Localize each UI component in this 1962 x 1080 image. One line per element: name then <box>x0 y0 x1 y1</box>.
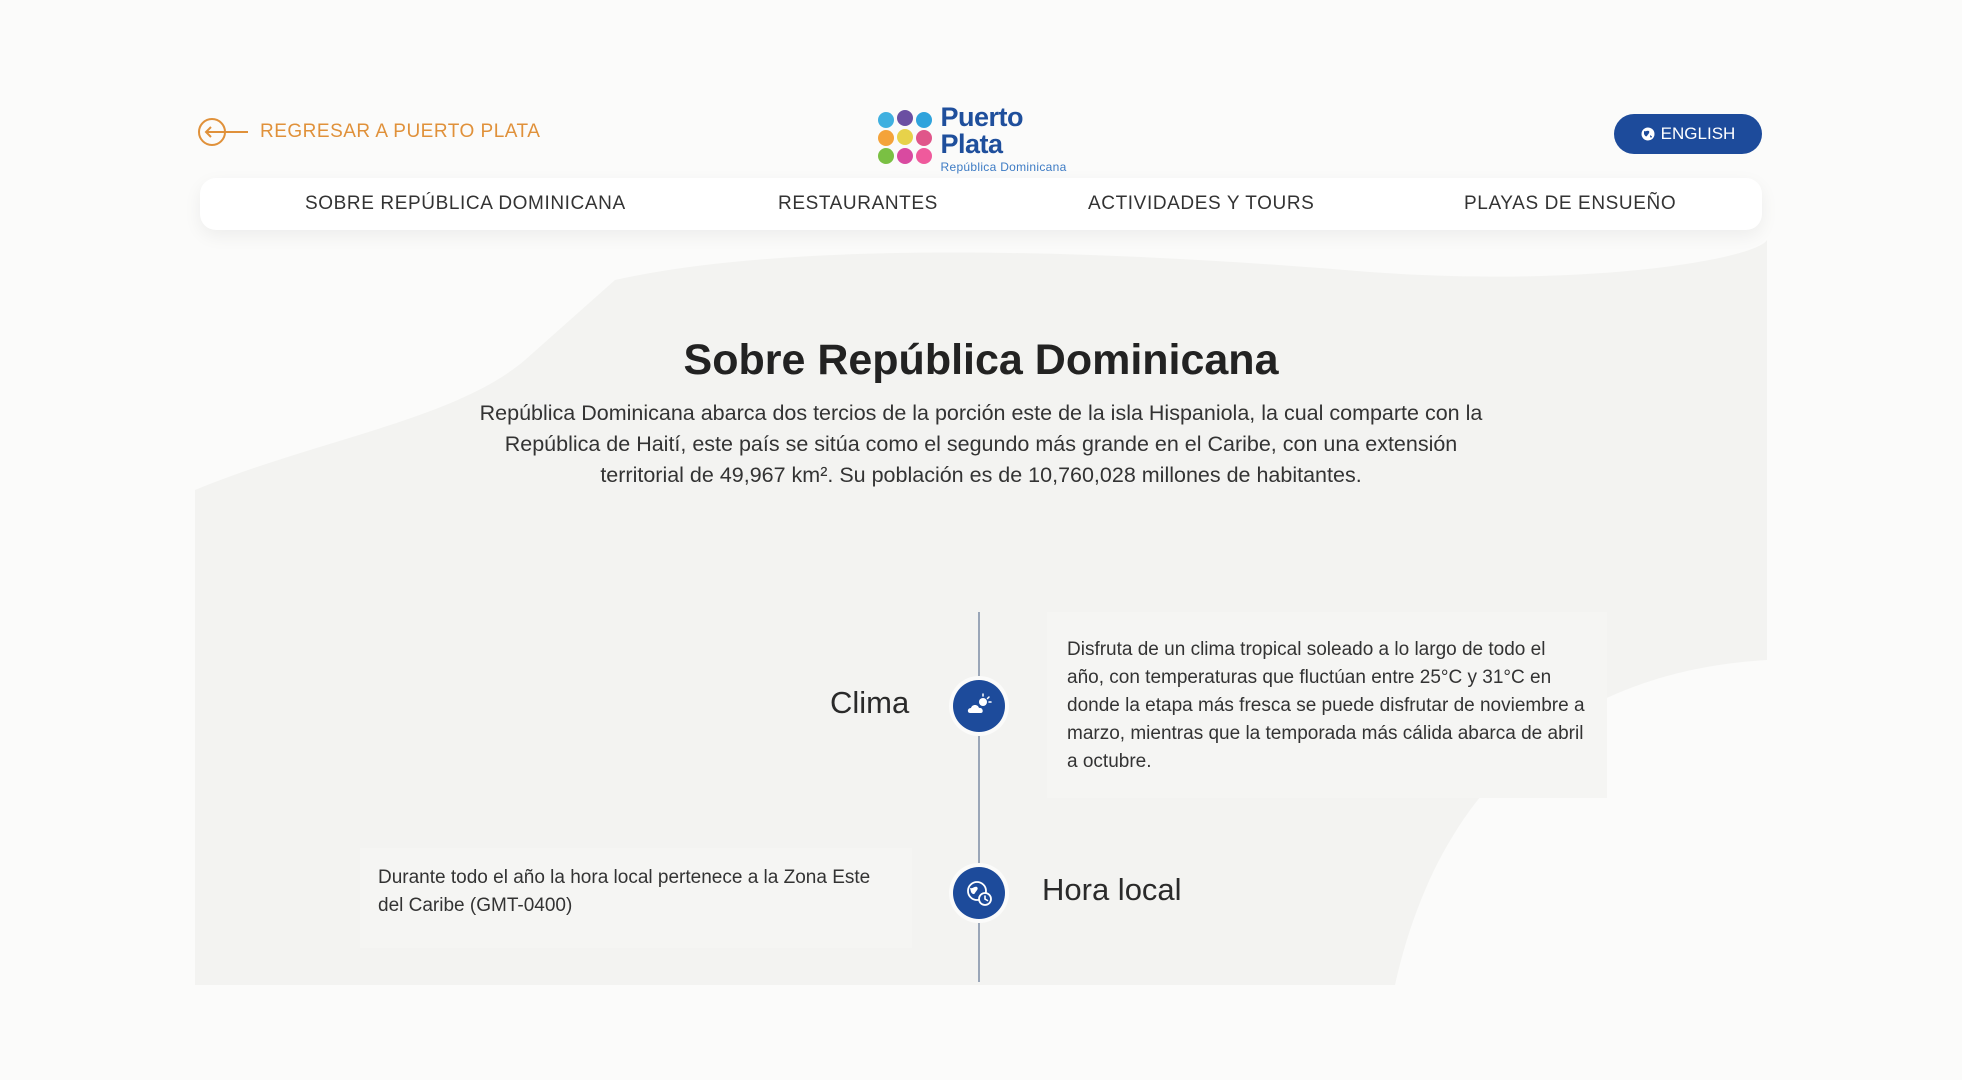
timeline-card-clima: Disfruta de un clima tropical soleado a … <box>1047 612 1607 798</box>
logo-dots-icon <box>878 110 933 166</box>
back-link-label: REGRESAR A PUERTO PLATA <box>260 121 541 142</box>
main-nav: SOBRE REPÚBLICA DOMINICANA RESTAURANTES … <box>200 178 1762 230</box>
nav-item-sobre-republica-dominicana[interactable]: SOBRE REPÚBLICA DOMINICANA <box>305 178 626 230</box>
nav-item-actividades-y-tours[interactable]: ACTIVIDADES Y TOURS <box>1088 178 1314 230</box>
intro-paragraph: República Dominicana abarca dos tercios … <box>479 401 1483 487</box>
language-button-label: ENGLISH <box>1660 124 1736 143</box>
arrow-left-icon <box>196 115 254 149</box>
timeline-card-hora-local: Durante todo el año la hora local perten… <box>360 848 912 948</box>
timeline-label-hora-local: Hora local <box>1042 872 1182 907</box>
language-switch-button[interactable]: ENGLISH <box>1614 114 1762 154</box>
page-title: Sobre República Dominicana <box>683 336 1279 384</box>
weather-icon <box>953 680 1005 732</box>
nav-item-restaurantes[interactable]: RESTAURANTES <box>778 178 938 230</box>
back-to-puerto-plata-link[interactable]: REGRESAR A PUERTO PLATA <box>196 112 540 152</box>
timeline-label-clima: Clima <box>830 685 910 720</box>
timeline-line <box>978 612 980 982</box>
timeline-text-hora-local: Durante todo el año la hora local perten… <box>378 867 871 916</box>
nav-item-playas-de-ensueno[interactable]: PLAYAS DE ENSUEÑO <box>1464 178 1676 230</box>
timeline-text-clima: Disfruta de un clima tropical soleado a … <box>1067 639 1585 772</box>
logo-subtitle: República Dominicana <box>940 159 1067 174</box>
page: REGRESAR A PUERTO PLATA Puerto Plata Rep… <box>0 0 1962 1080</box>
logo-name: Puerto Plata <box>940 101 1024 159</box>
puerto-plata-logo[interactable]: Puerto Plata República Dominicana <box>878 103 1088 173</box>
clock-globe-icon <box>953 867 1005 919</box>
globe-icon <box>1641 127 1655 141</box>
